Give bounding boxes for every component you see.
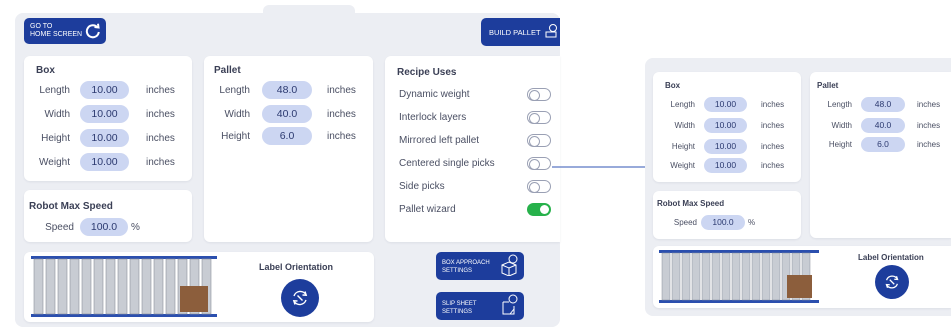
zoom-rotate-icon	[885, 275, 899, 289]
pallet-height-unit: inches	[327, 131, 356, 142]
box-height-unit: inches	[146, 133, 175, 144]
box-approach-icon	[501, 254, 518, 276]
build-pallet-label: BUILD PALLET	[489, 28, 541, 37]
slip-sheet-icon	[502, 294, 518, 315]
toggle-centered-single-picks[interactable]	[527, 157, 551, 170]
recipe-item-side-picks: Side picks	[399, 181, 445, 192]
pallet-length-label: Length	[219, 85, 250, 96]
pallet-build-icon	[545, 24, 557, 38]
box-weight-unit: inches	[146, 157, 175, 168]
robot-speed-input[interactable]: 100.0	[80, 218, 128, 236]
box-height-input[interactable]: 10.00	[80, 129, 129, 147]
toggle-side-picks[interactable]	[527, 180, 551, 193]
box-height-label: Height	[41, 133, 70, 144]
zoom-box-height-unit: inches	[761, 142, 785, 151]
robot-speed-label: Speed	[45, 222, 74, 233]
go-home-button[interactable]: GO TO HOME SCREEN	[24, 18, 106, 44]
zoom-conveyor-image	[659, 250, 819, 303]
zoom-label-orientation-title: Label Orientation	[858, 253, 924, 262]
box-approach-settings-button[interactable]: BOX APPROACH SETTINGS	[436, 252, 524, 280]
robot-speed-unit: %	[131, 222, 140, 233]
zoom-robot-speed-input[interactable]: 100.0	[701, 215, 745, 230]
pallet-width-unit: inches	[327, 109, 356, 120]
recipe-title: Recipe Uses	[397, 67, 457, 78]
pallet-length-input[interactable]: 48.0	[262, 81, 312, 99]
pallet-length-unit: inches	[327, 85, 356, 96]
zoom-box-height-label: Height	[671, 142, 695, 151]
box-weight-label: Weight	[39, 157, 70, 168]
zoom-box-length-label: Length	[670, 100, 695, 109]
go-home-line2: HOME SCREEN	[30, 31, 83, 38]
zoom-box-width-input[interactable]: 10.00	[704, 118, 747, 133]
zoom-robot-speed-label: Speed	[673, 218, 697, 227]
zoom-box-weight-unit: inches	[761, 161, 785, 170]
box-width-input[interactable]: 10.00	[80, 105, 129, 123]
pallet-height-label: Height	[221, 131, 250, 142]
recipe-item-interlock-layers: Interlock layers	[399, 112, 467, 123]
zoom-pallet-height-input[interactable]: 6.0	[861, 137, 905, 152]
recipe-item-pallet-wizard: Pallet wizard	[399, 204, 456, 215]
zoom-box-title: Box	[665, 81, 681, 90]
pallet-height-input[interactable]: 6.0	[262, 127, 312, 145]
zoom-label-orientation-button[interactable]	[875, 265, 909, 299]
conveyor-image	[31, 256, 217, 317]
zoom-robot-speed-title: Robot Max Speed	[657, 199, 725, 208]
zoom-pallet-length-input[interactable]: 48.0	[861, 97, 905, 112]
recipe-item-dynamic-weight: Dynamic weight	[399, 89, 470, 100]
zoom-pallet-width-unit: inches	[917, 121, 941, 130]
label-orientation-button[interactable]	[281, 279, 319, 317]
box-length-input[interactable]: 10.00	[80, 81, 129, 99]
robot-speed-title: Robot Max Speed	[29, 201, 113, 212]
slip-sheet-settings-button[interactable]: SLIP SHEET SETTINGS	[436, 292, 524, 320]
zoom-box-weight-label: Weight	[670, 161, 695, 170]
zoom-pallet-length-label: Length	[827, 100, 852, 109]
slip-sheet-line1: SLIP SHEET	[442, 301, 477, 307]
zoom-box-height-input[interactable]: 10.00	[704, 139, 747, 154]
pallet-width-input[interactable]: 40.0	[262, 105, 312, 123]
zoom-box-length-unit: inches	[761, 100, 785, 109]
toggle-mirrored-left-pallet[interactable]	[527, 134, 551, 147]
build-pallet-button[interactable]: BUILD PALLET	[481, 18, 560, 46]
zoom-pallet-height-unit: inches	[917, 140, 941, 149]
pallet-title: Pallet	[214, 65, 241, 76]
box-title: Box	[36, 65, 55, 76]
zoom-pallet-length-unit: inches	[917, 100, 941, 109]
zoom-pallet-width-label: Width	[831, 121, 852, 130]
box-width-unit: inches	[146, 109, 175, 120]
box-approach-line1: BOX APPROACH	[442, 260, 490, 266]
zoom-pallet-title: Pallet	[817, 81, 839, 90]
zoom-connector-line	[552, 166, 648, 168]
zoom-box-length-input[interactable]: 10.00	[704, 97, 747, 112]
zoom-box-weight-input[interactable]: 10.00	[704, 158, 747, 173]
zoom-pallet-width-input[interactable]: 40.0	[861, 118, 905, 133]
recipe-item-centered-single-picks: Centered single picks	[399, 158, 495, 169]
box-width-label: Width	[44, 109, 70, 120]
label-orientation-title: Label Orientation	[259, 262, 334, 272]
zoom-box-width-unit: inches	[761, 121, 785, 130]
recipe-item-mirrored-left-pallet: Mirrored left pallet	[399, 135, 480, 146]
refresh-icon	[85, 23, 100, 39]
box-length-label: Length	[39, 85, 70, 96]
toggle-dynamic-weight[interactable]	[527, 88, 551, 101]
pallet-width-label: Width	[224, 109, 250, 120]
box-weight-input[interactable]: 10.00	[80, 153, 129, 171]
zoom-box-width-label: Width	[674, 121, 695, 130]
go-home-line1: GO TO	[30, 23, 53, 30]
zoom-robot-speed-unit: %	[748, 218, 756, 227]
zoom-pallet-height-label: Height	[828, 140, 852, 149]
box-approach-line2: SETTINGS	[442, 268, 473, 274]
toggle-interlock-layers[interactable]	[527, 111, 551, 124]
toggle-pallet-wizard[interactable]	[527, 203, 551, 216]
slip-sheet-line2: SETTINGS	[442, 309, 473, 315]
rotate-icon	[292, 290, 308, 306]
box-length-unit: inches	[146, 85, 175, 96]
